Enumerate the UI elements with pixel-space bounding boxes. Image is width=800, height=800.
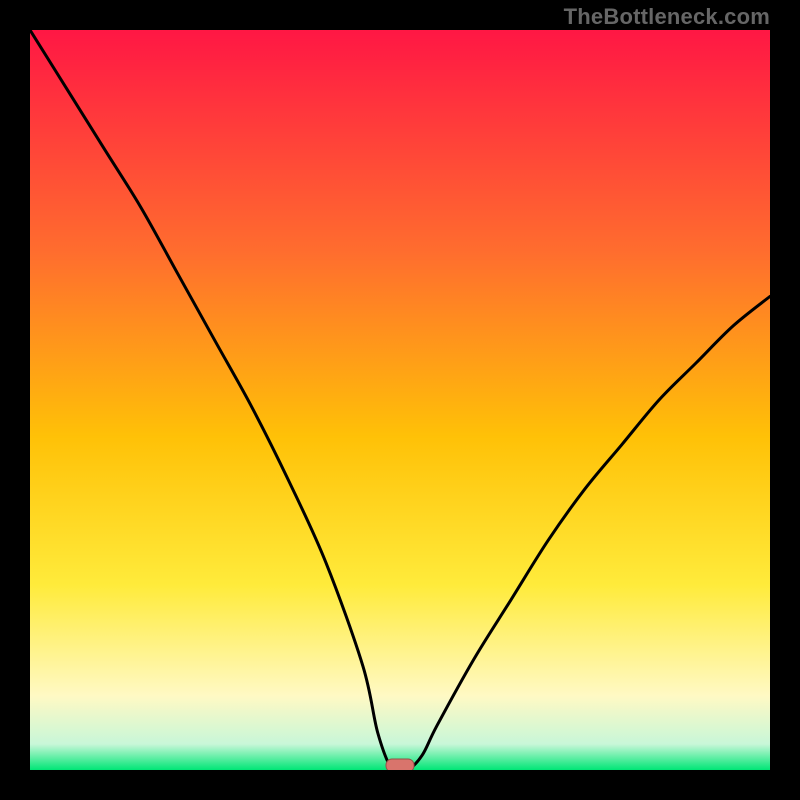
bottleneck-chart [30,30,770,770]
optimal-marker [386,759,414,770]
chart-frame: TheBottleneck.com [0,0,800,800]
plot-area [30,30,770,770]
attribution-text: TheBottleneck.com [564,4,770,30]
